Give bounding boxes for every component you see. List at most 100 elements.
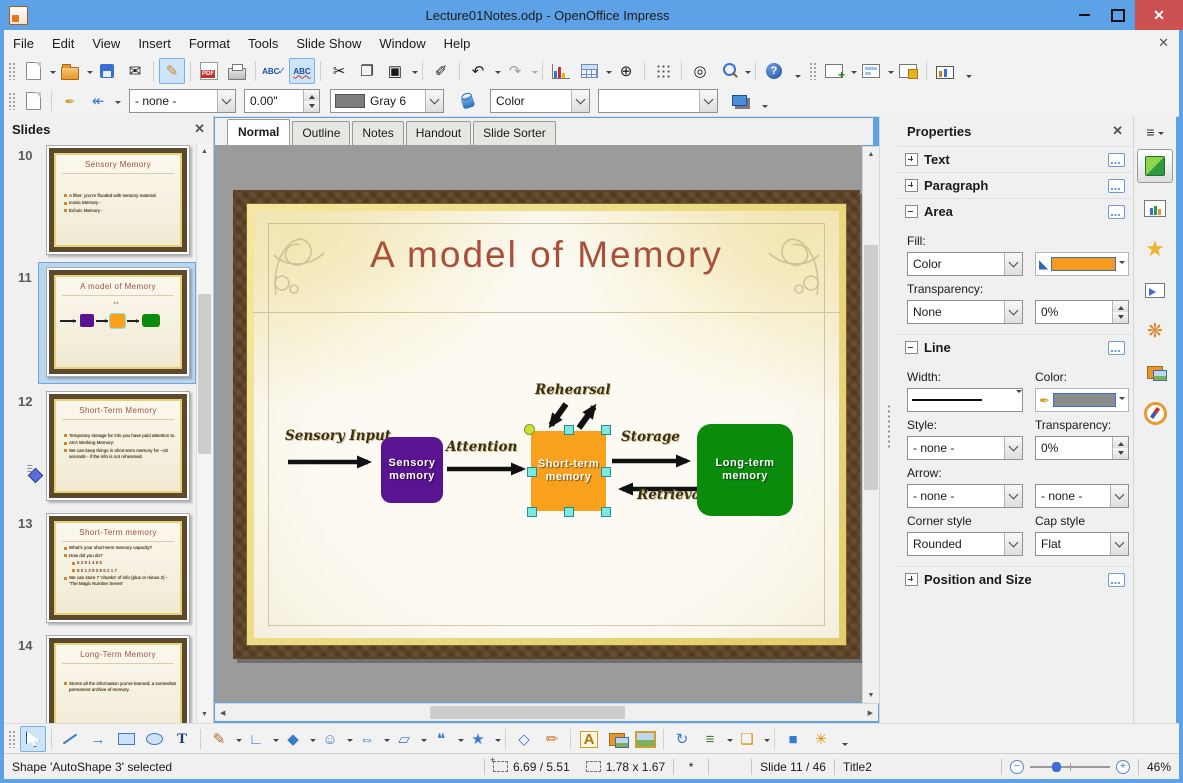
stars-tool[interactable]: ★: [465, 726, 491, 752]
transparency-spinner[interactable]: 0%: [1035, 300, 1129, 324]
transparency-type-select[interactable]: None: [907, 300, 1023, 324]
line-toolbar-options[interactable]: [759, 99, 768, 111]
scroll-left-icon[interactable]: ◀: [215, 709, 230, 717]
edit-file-button[interactable]: ✎: [159, 58, 185, 84]
shadow-button[interactable]: [728, 88, 754, 114]
drawbar-grip[interactable]: [8, 730, 15, 748]
tab-handout[interactable]: Handout: [405, 121, 472, 145]
zoom-button[interactable]: [715, 58, 741, 84]
selection-handle-bottomleft[interactable]: [527, 507, 537, 517]
sidebar-tab-custom-animation[interactable]: ★: [1138, 233, 1172, 265]
arrow-tool[interactable]: →: [85, 726, 111, 752]
maximize-button[interactable]: [1101, 0, 1135, 30]
area-dialog-button[interactable]: [455, 88, 481, 114]
slide-design-button[interactable]: [895, 58, 921, 84]
redo-button[interactable]: ↷: [502, 58, 528, 84]
symbol-shapes-tool[interactable]: ☺: [317, 726, 343, 752]
rotate-tool[interactable]: ↻: [669, 726, 695, 752]
zoom-percent-field[interactable]: 46%: [1139, 754, 1179, 779]
sidebar-tab-master-pages[interactable]: [1138, 192, 1172, 224]
display-grid-button[interactable]: [650, 58, 676, 84]
interaction-tool[interactable]: ✳: [808, 726, 834, 752]
sidebar-tab-properties[interactable]: [1137, 149, 1173, 183]
paragraph-dialog-launcher-icon[interactable]: [1108, 178, 1125, 193]
connector-tool[interactable]: ∟: [243, 726, 269, 752]
scroll-right-icon[interactable]: ▶: [863, 709, 878, 717]
paste-dropdown[interactable]: [412, 71, 418, 77]
selection-handle-top[interactable]: [564, 425, 574, 435]
object-size-field[interactable]: 1.78 x 1.67: [578, 754, 673, 779]
new-dropdown[interactable]: [50, 71, 56, 77]
new-slide-button[interactable]: [821, 58, 847, 84]
zoom-slider-thumb[interactable]: [1052, 761, 1062, 772]
section-text[interactable]: Text: [897, 146, 1133, 172]
slide-transition-indicator[interactable]: [27, 467, 44, 484]
line-transparency-spinner[interactable]: 0%: [1035, 436, 1129, 460]
selection-handle-bottom[interactable]: [564, 507, 574, 517]
basic-shapes-dropdown[interactable]: [310, 739, 316, 745]
line-dialog-button[interactable]: ✒: [57, 88, 83, 114]
select-tool[interactable]: [20, 726, 46, 752]
long-term-memory-shape[interactable]: Long-term memory: [697, 424, 793, 516]
insert-table-button[interactable]: [576, 58, 602, 84]
label-sensory-input[interactable]: Sensory Input: [285, 428, 391, 444]
navigator-button[interactable]: ◎: [687, 58, 713, 84]
align-tool[interactable]: ≡: [697, 726, 723, 752]
close-button[interactable]: ✕: [1135, 0, 1183, 30]
arrow-end-select[interactable]: - none -: [1035, 484, 1129, 508]
scrollbar-thumb[interactable]: [430, 706, 625, 719]
slides-panel-scrollbar[interactable]: ▲ ▼: [196, 144, 212, 722]
flowchart-dropdown[interactable]: [421, 739, 427, 745]
curve-tool[interactable]: ✎: [206, 726, 232, 752]
menu-window[interactable]: Window: [370, 32, 434, 55]
flowchart-tool[interactable]: ▱: [391, 726, 417, 752]
toolbar-options-button[interactable]: [792, 69, 801, 81]
sidebar-tab-navigator[interactable]: [1138, 397, 1172, 429]
fill-color-dropdown-button[interactable]: [699, 90, 717, 112]
arrow-start-select[interactable]: - none -: [907, 484, 1023, 508]
text-tool[interactable]: T: [169, 726, 195, 752]
tab-normal[interactable]: Normal: [227, 119, 291, 145]
zoom-out-icon[interactable]: −: [1009, 759, 1024, 774]
slide-thumbnail-12[interactable]: Short-Term Memory Temporary storage for …: [46, 391, 190, 501]
sidebar-tab-gallery[interactable]: [1138, 356, 1172, 388]
toolbar-grip[interactable]: [8, 62, 15, 80]
curve-dropdown[interactable]: [236, 739, 242, 745]
slide-thumbnail-11[interactable]: A model of Memory ∧∧: [46, 267, 190, 377]
corner-style-select[interactable]: Rounded: [907, 532, 1023, 556]
block-arrows-dropdown[interactable]: [384, 739, 390, 745]
expand-icon[interactable]: [905, 573, 918, 586]
menu-view[interactable]: View: [83, 32, 129, 55]
expand-icon[interactable]: [905, 153, 918, 166]
undo-dropdown[interactable]: [495, 71, 501, 77]
zoom-dropdown[interactable]: [745, 71, 751, 77]
tab-slide-sorter[interactable]: Slide Sorter: [473, 121, 556, 145]
fill-color-dropdown[interactable]: [1119, 261, 1125, 267]
scroll-down-icon[interactable]: ▼: [863, 688, 879, 703]
sidebar-splitter[interactable]: [879, 116, 898, 723]
area-dialog-launcher-icon[interactable]: [1108, 204, 1125, 219]
slide-thumbnail-14[interactable]: Long-Term Memory Stores all the informat…: [46, 635, 190, 723]
section-area[interactable]: Area: [897, 198, 1133, 224]
fontwork-tool[interactable]: A: [576, 726, 602, 752]
page-style-field[interactable]: Title2: [835, 754, 1001, 779]
stars-dropdown[interactable]: [495, 739, 501, 745]
help-button[interactable]: ?: [761, 58, 787, 84]
line-color-control[interactable]: ✒: [1035, 388, 1129, 412]
menu-file[interactable]: File: [4, 32, 43, 55]
presentation-toolbar-grip[interactable]: [809, 62, 816, 80]
section-line[interactable]: Line: [897, 334, 1133, 360]
slides-panel-close-icon[interactable]: ✕: [194, 121, 205, 137]
selection-handle-topleft[interactable]: [524, 424, 535, 435]
line-color-dropdown-button[interactable]: [425, 90, 443, 112]
minimize-button[interactable]: [1067, 0, 1101, 30]
canvas-vertical-scrollbar[interactable]: ▲ ▼: [862, 146, 880, 704]
scrollbar-thumb[interactable]: [864, 245, 878, 490]
line-color-select[interactable]: Gray 6: [330, 89, 444, 113]
sensory-memory-shape[interactable]: Sensory memory: [381, 437, 443, 503]
menu-help[interactable]: Help: [435, 32, 480, 55]
menu-slideshow[interactable]: Slide Show: [287, 32, 370, 55]
selection-handle-left[interactable]: [527, 467, 537, 477]
width-up-button[interactable]: [304, 90, 319, 101]
hyperlink-button[interactable]: ⊕: [613, 58, 639, 84]
